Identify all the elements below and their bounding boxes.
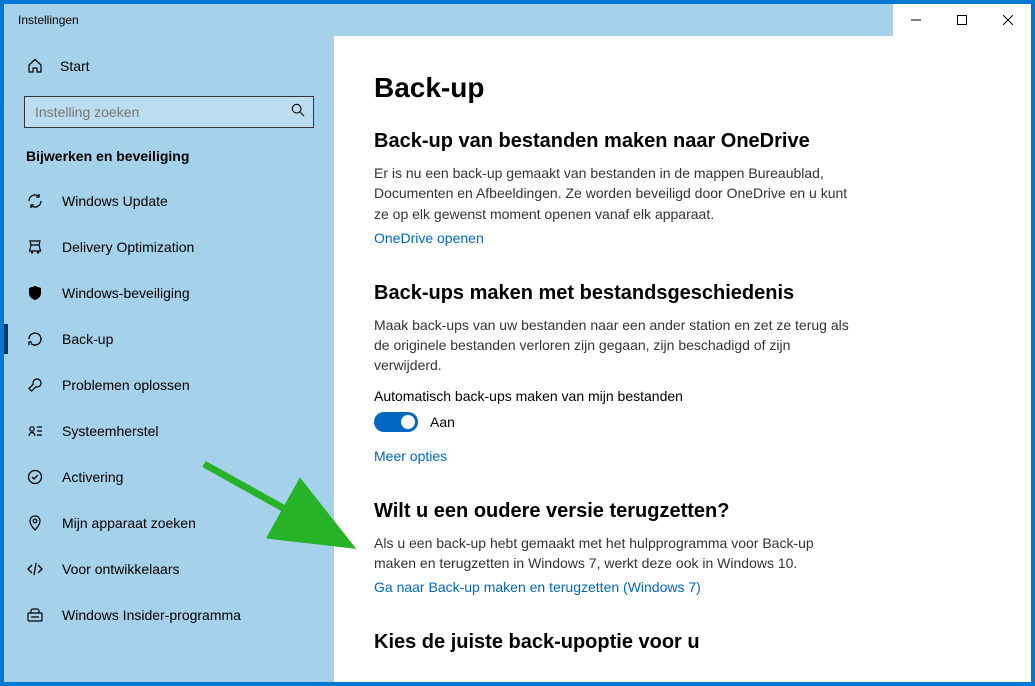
section-heading: Wilt u een oudere versie terugzetten? [374,500,991,523]
sidebar-item-shield[interactable]: Windows-beveiliging [4,270,334,316]
sidebar: Start Bijwerken en beveiliging Windows U… [4,36,334,682]
sidebar-item-troubleshoot[interactable]: Problemen oplossen [4,362,334,408]
sidebar-section-title: Bijwerken en beveiliging [4,142,334,178]
sidebar-item-sync[interactable]: Windows Update [4,178,334,224]
sidebar-item-label: Systeemherstel [62,423,158,439]
sidebar-item-dev[interactable]: Voor ontwikkelaars [4,546,334,592]
section-body: Als u een back-up hebt gemaakt met het h… [374,533,854,574]
home-icon [26,57,44,75]
shield-icon [26,284,44,302]
maximize-button[interactable] [939,4,985,36]
sidebar-item-label: Activering [62,469,123,485]
sidebar-item-backup[interactable]: Back-up [4,316,334,362]
recovery-icon [26,422,44,440]
window-title: Instellingen [4,13,79,27]
section-heading: Back-up van bestanden maken naar OneDriv… [374,130,991,153]
sidebar-item-recovery[interactable]: Systeemherstel [4,408,334,454]
sidebar-item-insider[interactable]: Windows Insider-programma [4,592,334,638]
section-body: Maak back-ups van uw bestanden naar een … [374,315,854,376]
section-choose-option: Kies de juiste back-upoptie voor u [374,631,991,654]
sidebar-item-find[interactable]: Mijn apparaat zoeken [4,500,334,546]
sidebar-item-label: Windows Insider-programma [62,607,241,623]
backup-icon [26,330,44,348]
section-file-history: Back-ups maken met bestandsgeschiedenis … [374,282,991,466]
section-onedrive: Back-up van bestanden maken naar OneDriv… [374,130,991,248]
more-options-link[interactable]: Meer opties [374,448,447,464]
sync-icon [26,192,44,210]
settings-window: Instellingen Start Bijwerken en b [4,4,1031,682]
home-label: Start [60,58,90,74]
toggle-description: Automatisch back-ups maken van mijn best… [374,388,991,404]
toggle-state-label: Aan [430,414,455,430]
sidebar-nav: Windows Update Delivery Optimization Windo… [4,178,334,638]
close-button[interactable] [985,4,1031,36]
sidebar-item-label: Windows Update [62,193,168,209]
search-input[interactable] [35,104,291,120]
section-heading: Back-ups maken met bestandsgeschiedenis [374,282,991,305]
minimize-button[interactable] [893,4,939,36]
section-body: Er is nu een back-up gemaakt van bestand… [374,163,854,224]
sidebar-item-label: Windows-beveiliging [62,285,190,301]
titlebar: Instellingen [4,4,1031,36]
find-icon [26,514,44,532]
main-content: Back-up Back-up van bestanden maken naar… [334,36,1031,682]
sidebar-item-label: Back-up [62,331,113,347]
auto-backup-toggle[interactable] [374,412,418,432]
sidebar-item-label: Problemen oplossen [62,377,190,393]
search-box[interactable] [24,96,314,128]
sidebar-item-activation[interactable]: Activering [4,454,334,500]
home-button[interactable]: Start [4,46,334,86]
backup-restore-win7-link[interactable]: Ga naar Back-up maken en terugzetten (Wi… [374,579,701,595]
insider-icon [26,606,44,624]
section-older-version: Wilt u een oudere versie terugzetten? Al… [374,500,991,598]
sidebar-item-label: Voor ontwikkelaars [62,561,180,577]
section-heading: Kies de juiste back-upoptie voor u [374,631,991,654]
troubleshoot-icon [26,376,44,394]
page-title: Back-up [374,72,991,104]
sidebar-item-delivery[interactable]: Delivery Optimization [4,224,334,270]
search-icon [291,103,305,122]
dev-icon [26,560,44,578]
sidebar-item-label: Mijn apparaat zoeken [62,515,196,531]
sidebar-item-label: Delivery Optimization [62,239,194,255]
delivery-icon [26,238,44,256]
activation-icon [26,468,44,486]
onedrive-open-link[interactable]: OneDrive openen [374,230,484,246]
